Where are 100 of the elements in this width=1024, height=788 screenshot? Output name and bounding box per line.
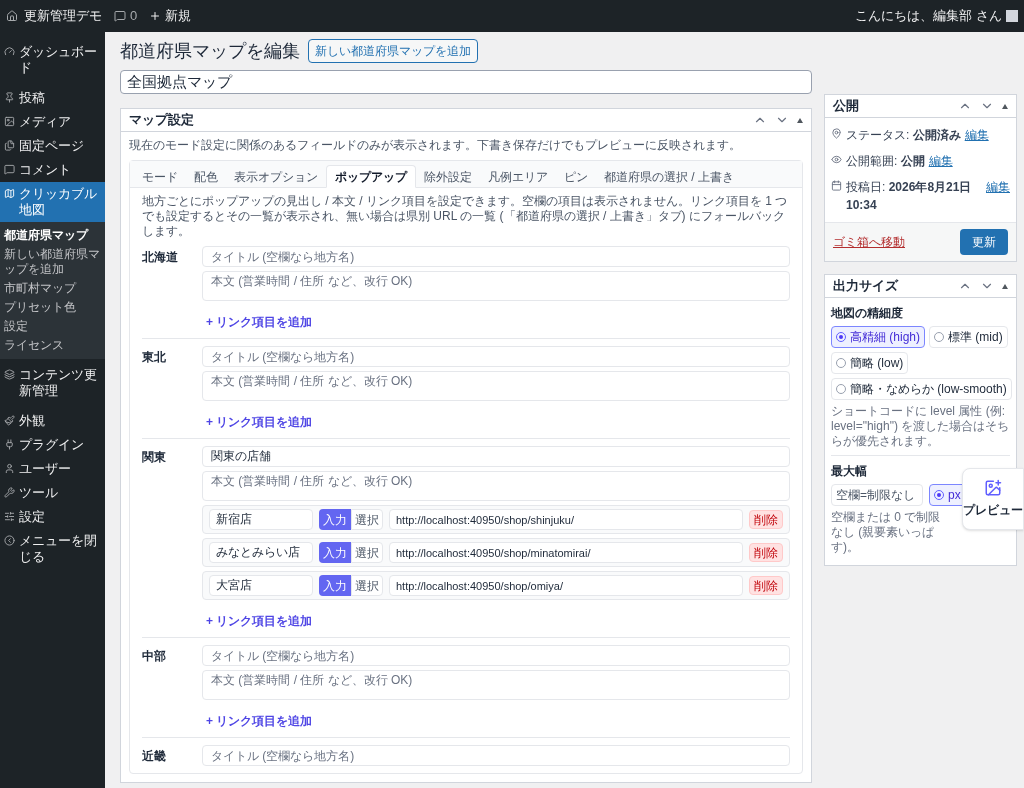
trash-link[interactable]: ゴミ箱へ移動 (833, 233, 905, 251)
comment-icon[interactable] (114, 10, 126, 22)
sidebar-item[interactable]: コンテンツ更新管理 (0, 363, 105, 403)
link-label-field[interactable]: 新宿店 (209, 509, 313, 530)
settings-tab[interactable]: 除外設定 (416, 165, 480, 188)
add-link-item-link[interactable]: + リンク項目を追加 (206, 413, 313, 431)
mode-toggle[interactable]: 選択 (351, 575, 383, 596)
delete-button[interactable]: 削除 (749, 543, 783, 562)
edit-link[interactable]: 編集 (964, 126, 989, 144)
submenu-item[interactable]: 市町村マップ (0, 279, 105, 298)
brush-icon (4, 415, 15, 426)
media-icon (4, 116, 15, 127)
mode-toggle[interactable]: 入力 (319, 542, 351, 563)
submenu-item[interactable]: プリセット色 (0, 298, 105, 317)
plug-icon (4, 439, 15, 450)
pin-icon (831, 128, 842, 139)
region-label: 近畿 (142, 748, 167, 765)
detail-radio-option[interactable]: 標準 (mid) (929, 326, 1008, 348)
mode-toggle[interactable]: 入力 (319, 575, 351, 596)
delete-button[interactable]: 削除 (749, 576, 783, 595)
sidebar-item[interactable]: ツール (0, 481, 105, 505)
pin-icon (4, 92, 15, 103)
title-field[interactable]: タイトル (空欄なら地方名) (202, 745, 790, 766)
toggle-triangle-icon[interactable] (1002, 103, 1008, 109)
settings-tab[interactable]: 表示オプション (226, 165, 326, 188)
body-field[interactable]: 本文 (営業時間 / 住所 など、改行 OK) (202, 670, 790, 700)
settings-tab[interactable]: 都道府県の選択 / 上書き (596, 165, 742, 188)
add-link-item-link[interactable]: + リンク項目を追加 (206, 712, 313, 730)
panel-title: 公開 (833, 97, 859, 116)
detail-radio-option[interactable]: 簡略・なめらか (low-smooth) (831, 378, 1012, 400)
url-field[interactable]: http://localhost:40950/shop/shinjuku/ (389, 509, 743, 530)
sidebar-item[interactable]: コメント (0, 158, 105, 182)
settings-tab[interactable]: モード (134, 165, 186, 188)
sidebar-item[interactable]: ユーザー (0, 457, 105, 481)
panel-title: 出力サイズ (833, 277, 898, 296)
title-field[interactable]: 関東の店舗 (202, 446, 790, 467)
mode-toggle[interactable]: 選択 (351, 542, 383, 563)
detail-radio-option[interactable]: 高精細 (high) (831, 326, 925, 348)
submenu-item[interactable]: 新しい都道府県マップを追加 (0, 245, 105, 279)
field-label: 最大幅 (831, 463, 868, 480)
sidebar-item[interactable]: プラグイン (0, 433, 105, 457)
site-name-link[interactable]: 更新管理デモ (24, 6, 102, 26)
link-label-field[interactable]: みなとみらい店 (209, 542, 313, 563)
add-link-item-link[interactable]: + リンク項目を追加 (206, 313, 313, 331)
url-field[interactable]: http://localhost:40950/shop/omiya/ (389, 575, 743, 596)
max-width-note: 空欄または 0 で制限なし (親要素いっぱ (831, 510, 942, 540)
layers-icon (4, 369, 15, 380)
detail-radio-option[interactable]: 簡略 (low) (831, 352, 909, 374)
add-link-item-link[interactable]: + リンク項目を追加 (206, 612, 313, 630)
add-new-button[interactable]: 新しい都道府県マップを追加 (308, 39, 478, 63)
sidebar-item[interactable]: クリッカブル地図 (0, 182, 105, 222)
max-width-note: す)。 (831, 540, 860, 555)
body-field[interactable]: 本文 (営業時間 / 住所 など、改行 OK) (202, 371, 790, 401)
title-field[interactable]: タイトル (空欄なら地方名) (202, 246, 790, 267)
page-title: 都道府県マップを編集 (120, 39, 300, 63)
region-label: 関東 (142, 449, 167, 466)
region-label: 中部 (142, 648, 167, 665)
mode-toggle[interactable]: 入力 (319, 509, 351, 530)
home-icon[interactable] (6, 10, 18, 22)
submenu-item[interactable]: 都道府県マップ (0, 226, 105, 245)
mode-toggle[interactable]: 選択 (351, 509, 383, 530)
post-title-field[interactable]: 全国拠点マップ (120, 70, 812, 94)
edit-link[interactable]: 編集 (928, 152, 953, 170)
map-icon (4, 188, 15, 199)
calendar-icon (831, 180, 842, 191)
sidebar-item[interactable]: 外観 (0, 409, 105, 433)
url-field[interactable]: http://localhost:40950/shop/minatomirai/ (389, 542, 743, 563)
sidebar-item[interactable]: 固定ページ (0, 134, 105, 158)
link-label-field[interactable]: 大宮店 (209, 575, 313, 596)
new-link[interactable]: 新規 (165, 6, 192, 26)
toggle-triangle-icon[interactable] (797, 117, 803, 123)
panel-title: マップ設定 (129, 111, 194, 130)
sidebar-item[interactable]: 投稿 (0, 86, 105, 110)
delete-button[interactable]: 削除 (749, 510, 783, 529)
settings-tab[interactable]: 凡例エリア (480, 165, 556, 188)
title-field[interactable]: タイトル (空欄なら地方名) (202, 645, 790, 666)
submenu-item[interactable]: 設定 (0, 317, 105, 336)
sidebar-item[interactable]: メニューを閉じる (0, 529, 105, 569)
toggle-triangle-icon[interactable] (1002, 283, 1008, 289)
greeting-text[interactable]: こんにちは、編集部 さん (855, 6, 1002, 26)
preview-button[interactable]: プレビュー (962, 468, 1024, 530)
body-field[interactable]: 本文 (営業時間 / 住所 など、改行 OK) (202, 471, 790, 501)
settings-tab[interactable]: ピン (556, 165, 596, 188)
comment-icon (4, 164, 15, 175)
max-width-field[interactable]: 空欄=制限なし (831, 484, 923, 506)
body-field[interactable]: 本文 (営業時間 / 住所 など、改行 OK) (202, 271, 790, 301)
submenu-item[interactable]: ライセンス (0, 336, 105, 355)
region-label: 北海道 (142, 249, 179, 266)
eye-icon (831, 154, 842, 165)
settings-tab[interactable]: 配色 (186, 165, 226, 188)
publish-info: 公開範囲: 公開 (846, 153, 925, 170)
publish-info: 投稿日: 2026年8月21日 10:34 (846, 179, 973, 214)
settings-tab[interactable]: ポップアップ (326, 165, 416, 188)
plus-icon[interactable] (149, 10, 162, 22)
sidebar-item[interactable]: 設定 (0, 505, 105, 529)
edit-link[interactable]: 編集 (986, 178, 1010, 196)
title-field[interactable]: タイトル (空欄なら地方名) (202, 346, 790, 367)
sidebar-item[interactable]: メディア (0, 110, 105, 134)
sidebar-item[interactable]: ダッシュボード (0, 40, 105, 80)
update-button[interactable]: 更新 (960, 229, 1008, 255)
